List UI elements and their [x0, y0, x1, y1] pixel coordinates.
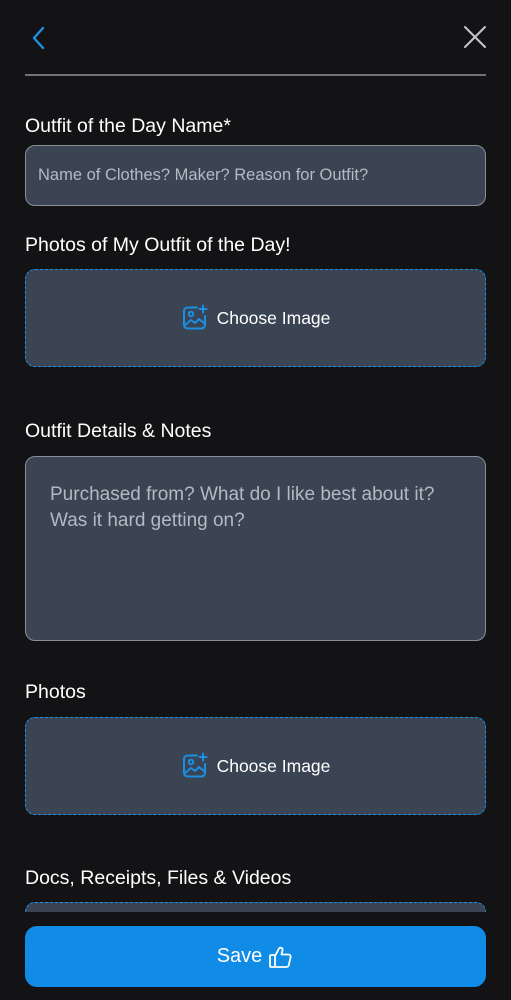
top-bar: [0, 0, 511, 76]
thumbs-up-icon: [269, 946, 292, 968]
outfit-photos-label: Photos of My Outfit of the Day!: [25, 234, 291, 256]
docs-label: Docs, Receipts, Files & Videos: [25, 867, 292, 889]
details-placeholder: Purchased from? What do I like best abou…: [50, 484, 435, 531]
close-icon: [464, 26, 486, 48]
outfit-photos-choose-image-button[interactable]: Choose Image: [25, 269, 486, 367]
outfit-name-label: Outfit of the Day Name*: [25, 115, 231, 137]
photos-choose-image-button[interactable]: Choose Image: [25, 717, 486, 815]
choose-image-label: Choose Image: [216, 307, 331, 328]
add-image-icon: [182, 304, 208, 330]
details-label: Outfit Details & Notes: [25, 420, 212, 442]
chevron-left-icon: [32, 26, 45, 50]
add-image-icon: [182, 752, 208, 778]
back-button[interactable]: [24, 22, 54, 54]
save-label: Save: [216, 945, 263, 967]
outfit-name-input[interactable]: Name of Clothes? Maker? Reason for Outfi…: [25, 145, 486, 206]
choose-image-label: Choose Image: [216, 755, 331, 776]
photos-label: Photos: [25, 681, 86, 703]
close-button[interactable]: [458, 20, 492, 54]
save-button[interactable]: Save: [25, 926, 486, 987]
details-textarea[interactable]: Purchased from? What do I like best abou…: [25, 456, 486, 641]
header-divider: [25, 74, 486, 76]
outfit-name-placeholder: Name of Clothes? Maker? Reason for Outfi…: [38, 166, 369, 184]
